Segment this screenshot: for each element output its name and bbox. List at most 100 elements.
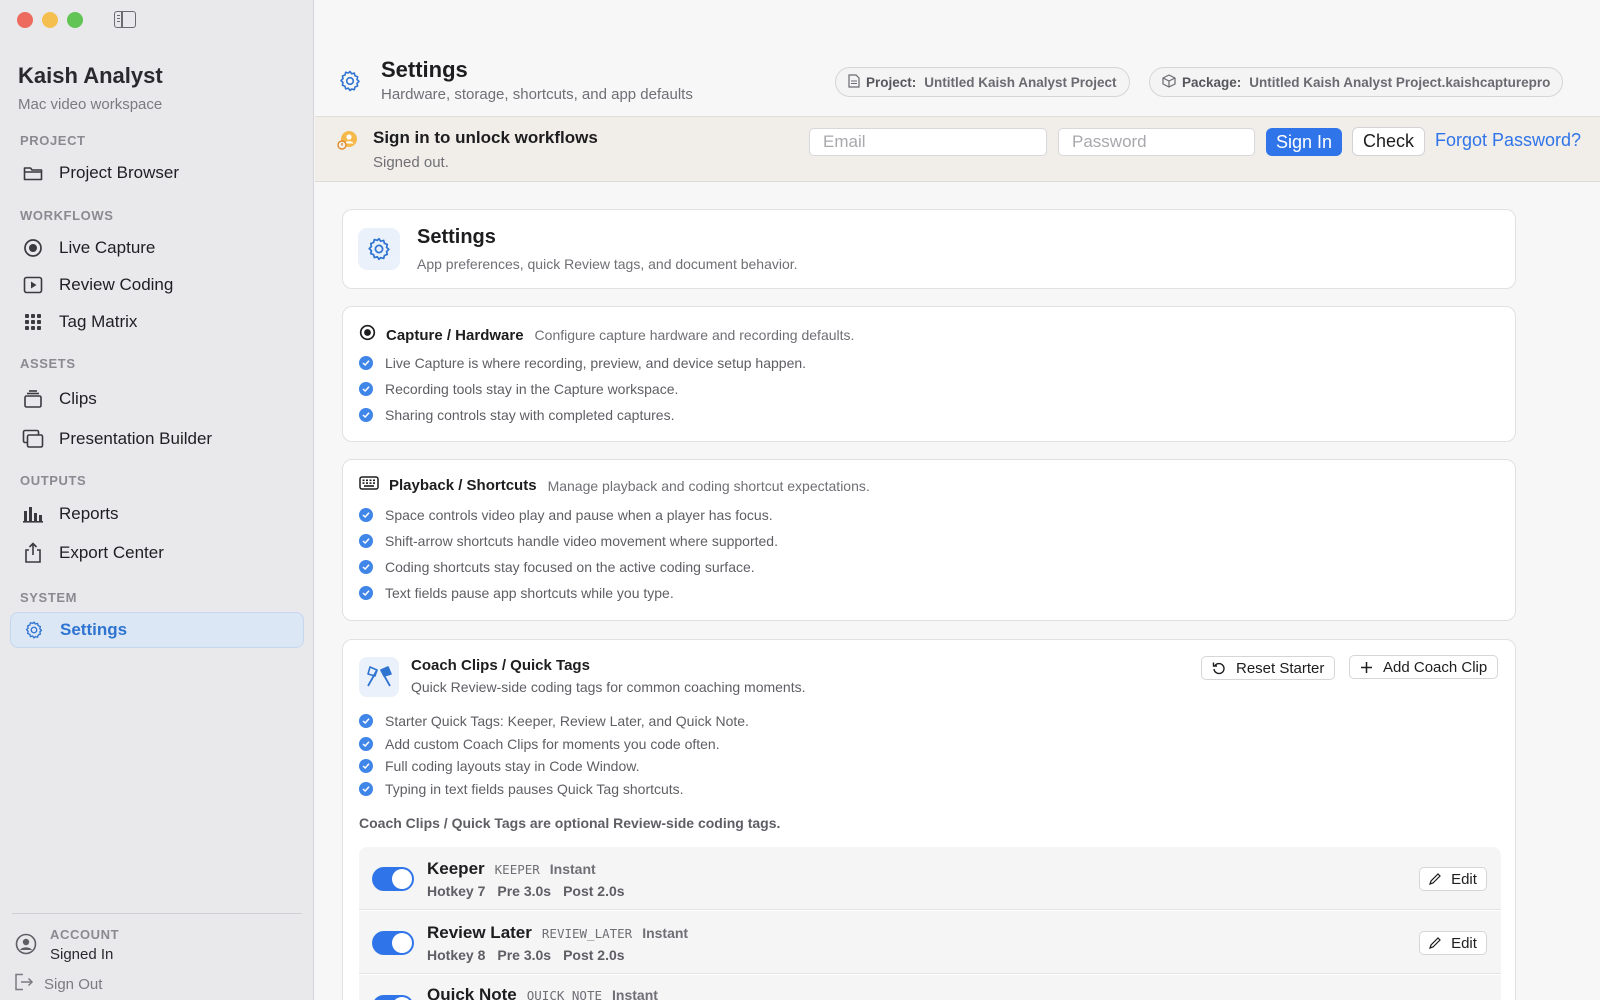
bullet-text: Live Capture is where recording, preview… (385, 355, 807, 371)
settings-intro-card: Settings App preferences, quick Review t… (342, 209, 1516, 289)
sidebar-item-clips[interactable]: Clips (10, 381, 304, 417)
list-item: Live Capture is where recording, preview… (359, 355, 806, 371)
sidebar-item-label: Live Capture (59, 238, 156, 257)
app-title: Kaish Analyst (18, 63, 163, 88)
sidebar-item-label: Reports (59, 504, 119, 523)
tag-meta: Hotkey 7 Pre 3.0s Post 2.0s (427, 883, 637, 899)
gear-icon (338, 69, 362, 98)
sidebar-item-review-coding[interactable]: Review Coding (10, 267, 304, 303)
check-button[interactable]: Check (1352, 127, 1425, 156)
list-item: Space controls video play and pause when… (359, 507, 773, 523)
edit-label: Edit (1451, 870, 1477, 888)
minimize-window-button[interactable] (42, 12, 58, 28)
tag-name: Keeper (427, 859, 485, 878)
keyboard-icon (359, 476, 379, 495)
keeper-enabled-toggle[interactable] (372, 867, 414, 891)
checkmark-icon (359, 382, 373, 396)
reset-icon (1212, 661, 1226, 675)
package-key: Package: (1182, 74, 1242, 90)
sidebar-item-label: Tag Matrix (59, 312, 138, 331)
list-item: Full coding layouts stay in Code Window. (359, 758, 639, 774)
sign-out-button[interactable]: Sign Out (14, 973, 102, 995)
email-field[interactable]: Email (809, 128, 1047, 156)
account-status: Signed In (50, 946, 114, 963)
sidebar-item-export-center[interactable]: Export Center (10, 535, 304, 571)
add-coach-clip-label: Add Coach Clip (1383, 658, 1488, 676)
forgot-password-link[interactable]: Forgot Password? (1435, 130, 1581, 151)
sign-out-icon (14, 973, 34, 995)
sidebar-item-label: Clips (59, 389, 97, 408)
gear-icon (358, 228, 400, 270)
account-icon (15, 933, 37, 960)
bullet-text: Add custom Coach Clips for moments you c… (385, 736, 720, 752)
tag-type: Instant (642, 925, 689, 941)
person-badge-icon (337, 129, 359, 156)
sidebar-item-label: Presentation Builder (59, 429, 213, 448)
sign-out-label: Sign Out (44, 975, 103, 993)
bullet-text: Coding shortcuts stay focused on the act… (385, 559, 755, 575)
playback-header: Playback / Shortcuts Manage playback and… (359, 476, 870, 495)
sidebar-item-tag-matrix[interactable]: Tag Matrix (10, 304, 304, 340)
section-label-project: PROJECT (20, 133, 86, 148)
checkmark-icon (359, 408, 373, 422)
sidebar-item-label: Settings (60, 620, 128, 639)
bullet-text: Starter Quick Tags: Keeper, Review Later… (385, 713, 749, 729)
tag-code: REVIEW_LATER (541, 926, 633, 941)
share-icon (22, 542, 44, 564)
sidebar-item-project-browser[interactable]: Project Browser (10, 155, 304, 191)
window-controls (17, 12, 83, 28)
page-title: Settings (381, 57, 468, 82)
add-coach-clip-button[interactable]: Add Coach Clip (1349, 655, 1499, 679)
password-field[interactable]: Password (1058, 128, 1255, 156)
sidebar-item-label: Export Center (59, 543, 164, 562)
pencil-icon (1429, 873, 1441, 885)
table-row: Quick Note QUICK_NOTE Instant (359, 975, 1501, 1000)
bullet-text: Text fields pause app shortcuts while yo… (385, 585, 674, 601)
sidebar-item-label: Review Coding (59, 275, 174, 294)
project-badge[interactable]: Project: Untitled Kaish Analyst Project (835, 67, 1130, 97)
tag-post: Post 2.0s (563, 947, 625, 963)
tag-pre: Pre 3.0s (497, 883, 552, 899)
bullet-text: Shift-arrow shortcuts handle video movem… (385, 533, 778, 549)
sidebar-item-settings[interactable]: Settings (10, 612, 304, 648)
tag-name: Quick Note (427, 985, 517, 1000)
bullet-text: Recording tools stay in the Capture work… (385, 381, 679, 397)
close-window-button[interactable] (17, 12, 33, 28)
flags-icon (359, 657, 399, 697)
list-item: Shift-arrow shortcuts handle video movem… (359, 533, 778, 549)
package-badge[interactable]: Package: Untitled Kaish Analyst Project.… (1149, 67, 1564, 97)
sidebar-toggle-icon[interactable] (114, 11, 136, 28)
sidebar-item-live-capture[interactable]: Live Capture (10, 230, 304, 266)
tag-type: Instant (612, 987, 658, 1000)
list-item: Coding shortcuts stay focused on the act… (359, 559, 755, 575)
section-label-system: SYSTEM (20, 590, 78, 605)
bullet-text: Typing in text fields pauses Quick Tag s… (385, 781, 684, 797)
sidebar-item-presentation-builder[interactable]: Presentation Builder (10, 421, 304, 457)
playback-description: Manage playback and coding shortcut expe… (547, 477, 870, 494)
edit-review-later-button[interactable]: Edit (1419, 931, 1487, 955)
reset-starter-button[interactable]: Reset Starter (1201, 656, 1336, 680)
review-later-enabled-toggle[interactable] (372, 931, 414, 955)
gear-icon (23, 619, 45, 641)
zoom-window-button[interactable] (67, 12, 83, 28)
record-icon (359, 324, 376, 346)
quick-note-enabled-toggle[interactable] (372, 995, 414, 1000)
playback-title: Playback / Shortcuts (389, 477, 537, 494)
playback-shortcuts-card: Playback / Shortcuts Manage playback and… (342, 459, 1516, 621)
play-icon (22, 274, 44, 296)
account-label: ACCOUNT (50, 927, 120, 942)
sidebar: Kaish Analyst Mac video workspace PROJEC… (0, 0, 314, 1000)
settings-card-subtitle: App preferences, quick Review tags, and … (417, 256, 798, 272)
tag-post: Post 2.0s (563, 883, 625, 899)
package-value: Untitled Kaish Analyst Project.kaishcapt… (1249, 74, 1551, 90)
app-subtitle: Mac video workspace (18, 96, 163, 113)
checkmark-icon (359, 737, 373, 751)
stack-icon (22, 388, 44, 410)
edit-keeper-button[interactable]: Edit (1419, 867, 1487, 891)
project-key: Project: (866, 74, 917, 90)
list-item: Starter Quick Tags: Keeper, Review Later… (359, 713, 749, 729)
project-value: Untitled Kaish Analyst Project (924, 74, 1117, 90)
tag-hotkey: Hotkey 7 (427, 883, 486, 899)
sidebar-item-reports[interactable]: Reports (10, 496, 304, 532)
sign-in-button[interactable]: Sign In (1266, 128, 1342, 156)
